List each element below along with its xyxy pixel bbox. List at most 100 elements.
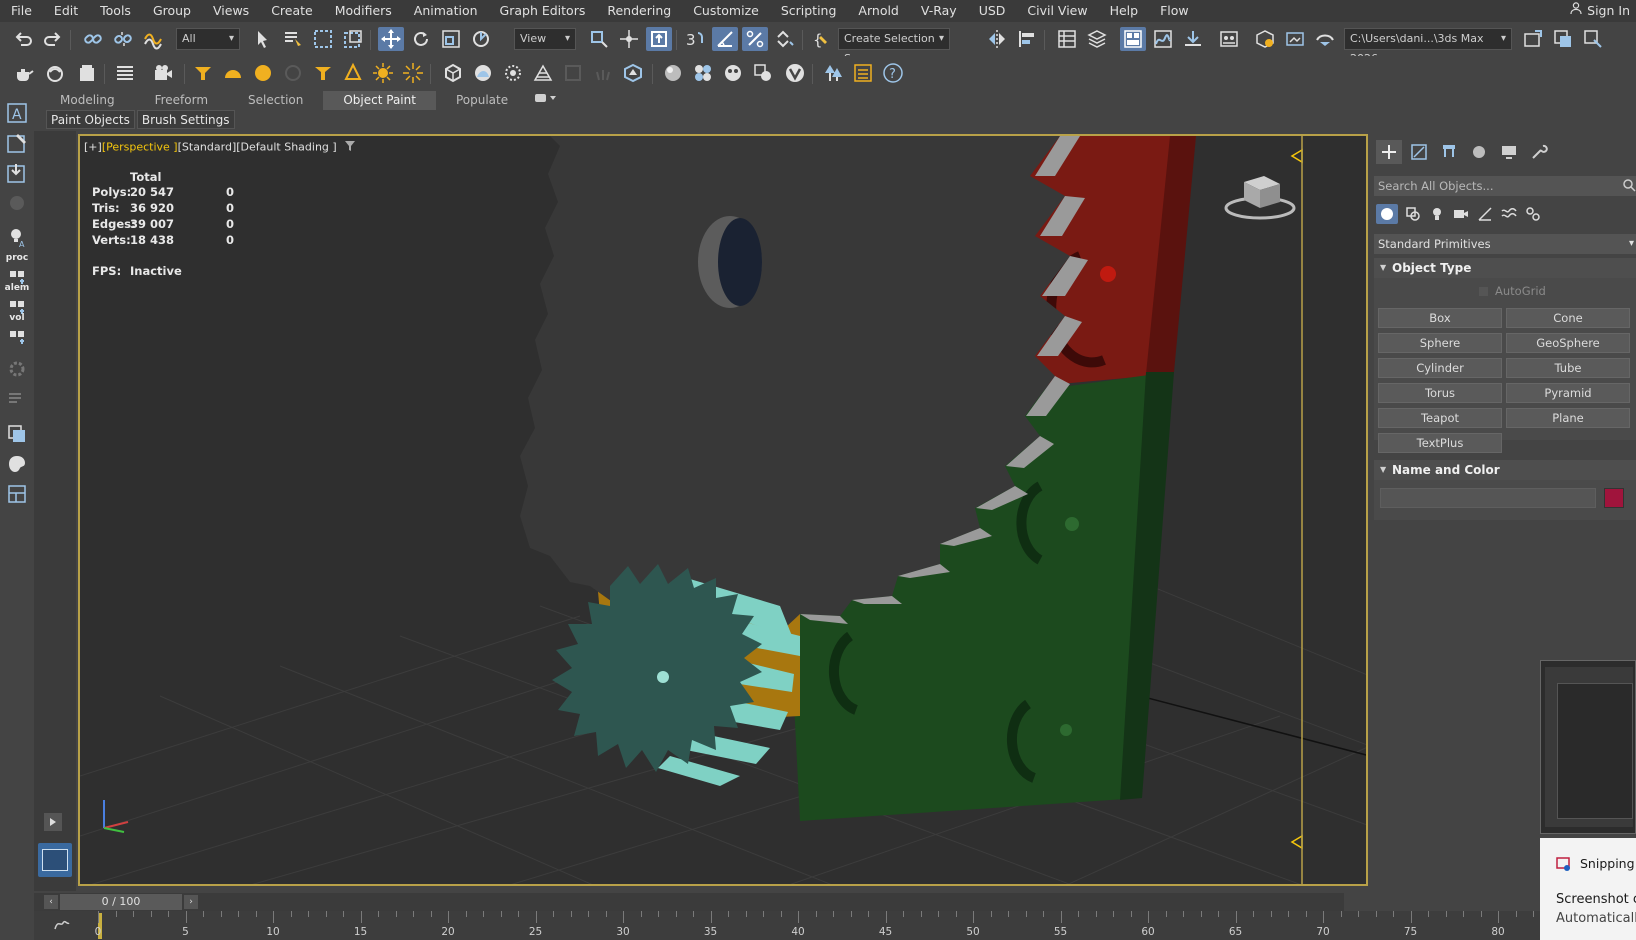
search-icon[interactable] bbox=[1622, 178, 1636, 195]
time-slider-thumb[interactable]: 0 / 100 bbox=[60, 894, 182, 910]
rendered-frame-window-icon[interactable] bbox=[1282, 27, 1308, 51]
vray-lister-icon[interactable] bbox=[720, 61, 746, 85]
menu-edit[interactable]: Edit bbox=[43, 0, 89, 22]
motion-tab-icon[interactable] bbox=[1466, 140, 1492, 164]
tab-freeform[interactable]: Freeform bbox=[135, 91, 228, 110]
shapes-category-icon[interactable] bbox=[1402, 204, 1424, 224]
render-list-icon[interactable] bbox=[112, 61, 138, 85]
menu-tools[interactable]: Tools bbox=[89, 0, 142, 22]
menu-civil-view[interactable]: Civil View bbox=[1016, 0, 1098, 22]
menu-scripting[interactable]: Scripting bbox=[770, 0, 848, 22]
pyramid-button[interactable]: Pyramid bbox=[1506, 383, 1630, 403]
select-manipulate-icon[interactable] bbox=[616, 27, 642, 51]
time-slider-next-icon[interactable]: › bbox=[184, 895, 198, 909]
light-spot-ies-icon[interactable] bbox=[310, 61, 336, 85]
viewport-point-of-view[interactable]: [Perspective ] bbox=[102, 141, 178, 154]
snipping-notification[interactable]: Snipping T Screenshot c Automatically bbox=[1540, 838, 1636, 940]
paint-objects-button[interactable]: Paint Objects bbox=[46, 110, 135, 129]
unlink-icon[interactable] bbox=[110, 27, 136, 51]
schematic-view-icon[interactable] bbox=[1180, 27, 1206, 51]
light-mesh-icon[interactable] bbox=[340, 61, 366, 85]
vray-multi-material-icon[interactable] bbox=[690, 61, 716, 85]
tube-button[interactable]: Tube bbox=[1506, 358, 1630, 378]
menu-customize[interactable]: Customize bbox=[682, 0, 770, 22]
snaps-toggle-icon[interactable]: 3 bbox=[682, 27, 708, 51]
list-edit-icon[interactable] bbox=[4, 386, 30, 412]
sphere-button[interactable]: Sphere bbox=[1378, 333, 1502, 353]
tab-populate[interactable]: Populate bbox=[436, 91, 528, 110]
undo-icon[interactable] bbox=[10, 27, 36, 51]
rotate-icon[interactable] bbox=[408, 27, 434, 51]
project-folder-icon[interactable] bbox=[1520, 27, 1546, 51]
vray-mtl-converter-icon[interactable] bbox=[750, 61, 776, 85]
sun-icon[interactable] bbox=[370, 61, 396, 85]
reference-coordinate-dropdown[interactable]: View bbox=[514, 28, 576, 50]
viewport-shading[interactable]: [Default Shading ] bbox=[236, 141, 336, 154]
notes-icon[interactable] bbox=[850, 61, 876, 85]
camera-icon[interactable] bbox=[150, 61, 176, 85]
menu-usd[interactable]: USD bbox=[968, 0, 1017, 22]
pivot-center-icon[interactable] bbox=[586, 27, 612, 51]
gear-settings-icon[interactable] bbox=[4, 356, 30, 382]
vray-material-icon[interactable] bbox=[660, 61, 686, 85]
curve-editor-mini-icon[interactable] bbox=[54, 917, 70, 934]
project-path-dropdown[interactable]: C:\Users\dani...\3ds Max 2026 bbox=[1344, 28, 1512, 65]
torus-button[interactable]: Torus bbox=[1378, 383, 1502, 403]
viewport-standard[interactable]: [Standard] bbox=[178, 141, 237, 154]
link-icon[interactable] bbox=[80, 27, 106, 51]
bind-spacewarp-icon[interactable] bbox=[140, 27, 166, 51]
geometry-category-icon[interactable] bbox=[1376, 204, 1398, 224]
set-project-icon[interactable] bbox=[1550, 27, 1576, 51]
menu-graph-editors[interactable]: Graph Editors bbox=[489, 0, 597, 22]
curve-editor-icon[interactable] bbox=[1150, 27, 1176, 51]
tab-selection[interactable]: Selection bbox=[228, 91, 323, 110]
menu-animation[interactable]: Animation bbox=[403, 0, 489, 22]
menu-arnold[interactable]: Arnold bbox=[847, 0, 909, 22]
vray-logo-icon[interactable] bbox=[782, 61, 808, 85]
cameras-category-icon[interactable] bbox=[1450, 204, 1472, 224]
menu-group[interactable]: Group bbox=[142, 0, 202, 22]
ribbon-options-icon[interactable] bbox=[528, 91, 562, 110]
move-icon[interactable] bbox=[378, 27, 404, 51]
vray-fur-icon[interactable] bbox=[500, 61, 526, 85]
stack-icon[interactable] bbox=[4, 421, 30, 447]
vray-decal-icon[interactable] bbox=[620, 61, 646, 85]
grid-layout-icon[interactable] bbox=[4, 481, 30, 507]
display-tab-icon[interactable] bbox=[1496, 140, 1522, 164]
menu-views[interactable]: Views bbox=[202, 0, 260, 22]
cone-button[interactable]: Cone bbox=[1506, 308, 1630, 328]
vray-disabled-icon[interactable] bbox=[560, 61, 586, 85]
spacewarps-category-icon[interactable] bbox=[1498, 204, 1520, 224]
render-production-icon[interactable] bbox=[1312, 27, 1338, 51]
edit-text-icon[interactable] bbox=[4, 130, 30, 156]
rectangular-selection-icon[interactable] bbox=[310, 27, 336, 51]
box-button[interactable]: Box bbox=[1378, 308, 1502, 328]
autogrid-checkbox-box[interactable] bbox=[1478, 285, 1489, 297]
name-and-color-rollout-header[interactable]: Name and Color bbox=[1374, 460, 1636, 480]
vray-plane-icon[interactable] bbox=[470, 61, 496, 85]
helpers-category-icon[interactable] bbox=[1474, 204, 1496, 224]
menu-modifiers[interactable]: Modifiers bbox=[324, 0, 403, 22]
vray-volume-grid-icon[interactable] bbox=[530, 61, 556, 85]
vray-proxy-icon[interactable] bbox=[440, 61, 466, 85]
viewport-layout-tab[interactable] bbox=[38, 843, 72, 877]
keyboard-shortcut-override-icon[interactable] bbox=[646, 27, 672, 51]
object-color-swatch[interactable] bbox=[1604, 488, 1624, 508]
geosphere-button[interactable]: GeoSphere bbox=[1506, 333, 1630, 353]
sign-in-button[interactable]: Sign In bbox=[1569, 0, 1630, 22]
lights-category-icon[interactable] bbox=[1426, 204, 1448, 224]
render-setup-icon[interactable] bbox=[1252, 27, 1278, 51]
utilities-tab-icon[interactable] bbox=[1526, 140, 1552, 164]
light-dome-icon[interactable] bbox=[220, 61, 246, 85]
plane-button[interactable]: Plane bbox=[1506, 408, 1630, 428]
search-all-objects-input[interactable]: Search All Objects... bbox=[1374, 176, 1636, 196]
light-spot-icon[interactable] bbox=[190, 61, 216, 85]
trackbar[interactable]: 0 5 10 15 20 25 30 35 40 45 50 55 60 65 70 75 80 bbox=[34, 911, 1569, 940]
screenshot-thumbnail[interactable] bbox=[1540, 660, 1636, 834]
teapot-icon[interactable] bbox=[10, 61, 36, 85]
light-disabled-icon[interactable] bbox=[280, 61, 306, 85]
vol-icon[interactable] bbox=[4, 321, 30, 347]
place-icon[interactable] bbox=[468, 27, 494, 51]
systems-category-icon[interactable] bbox=[1522, 204, 1544, 224]
autogrid-checkbox[interactable]: AutoGrid bbox=[1478, 284, 1546, 298]
